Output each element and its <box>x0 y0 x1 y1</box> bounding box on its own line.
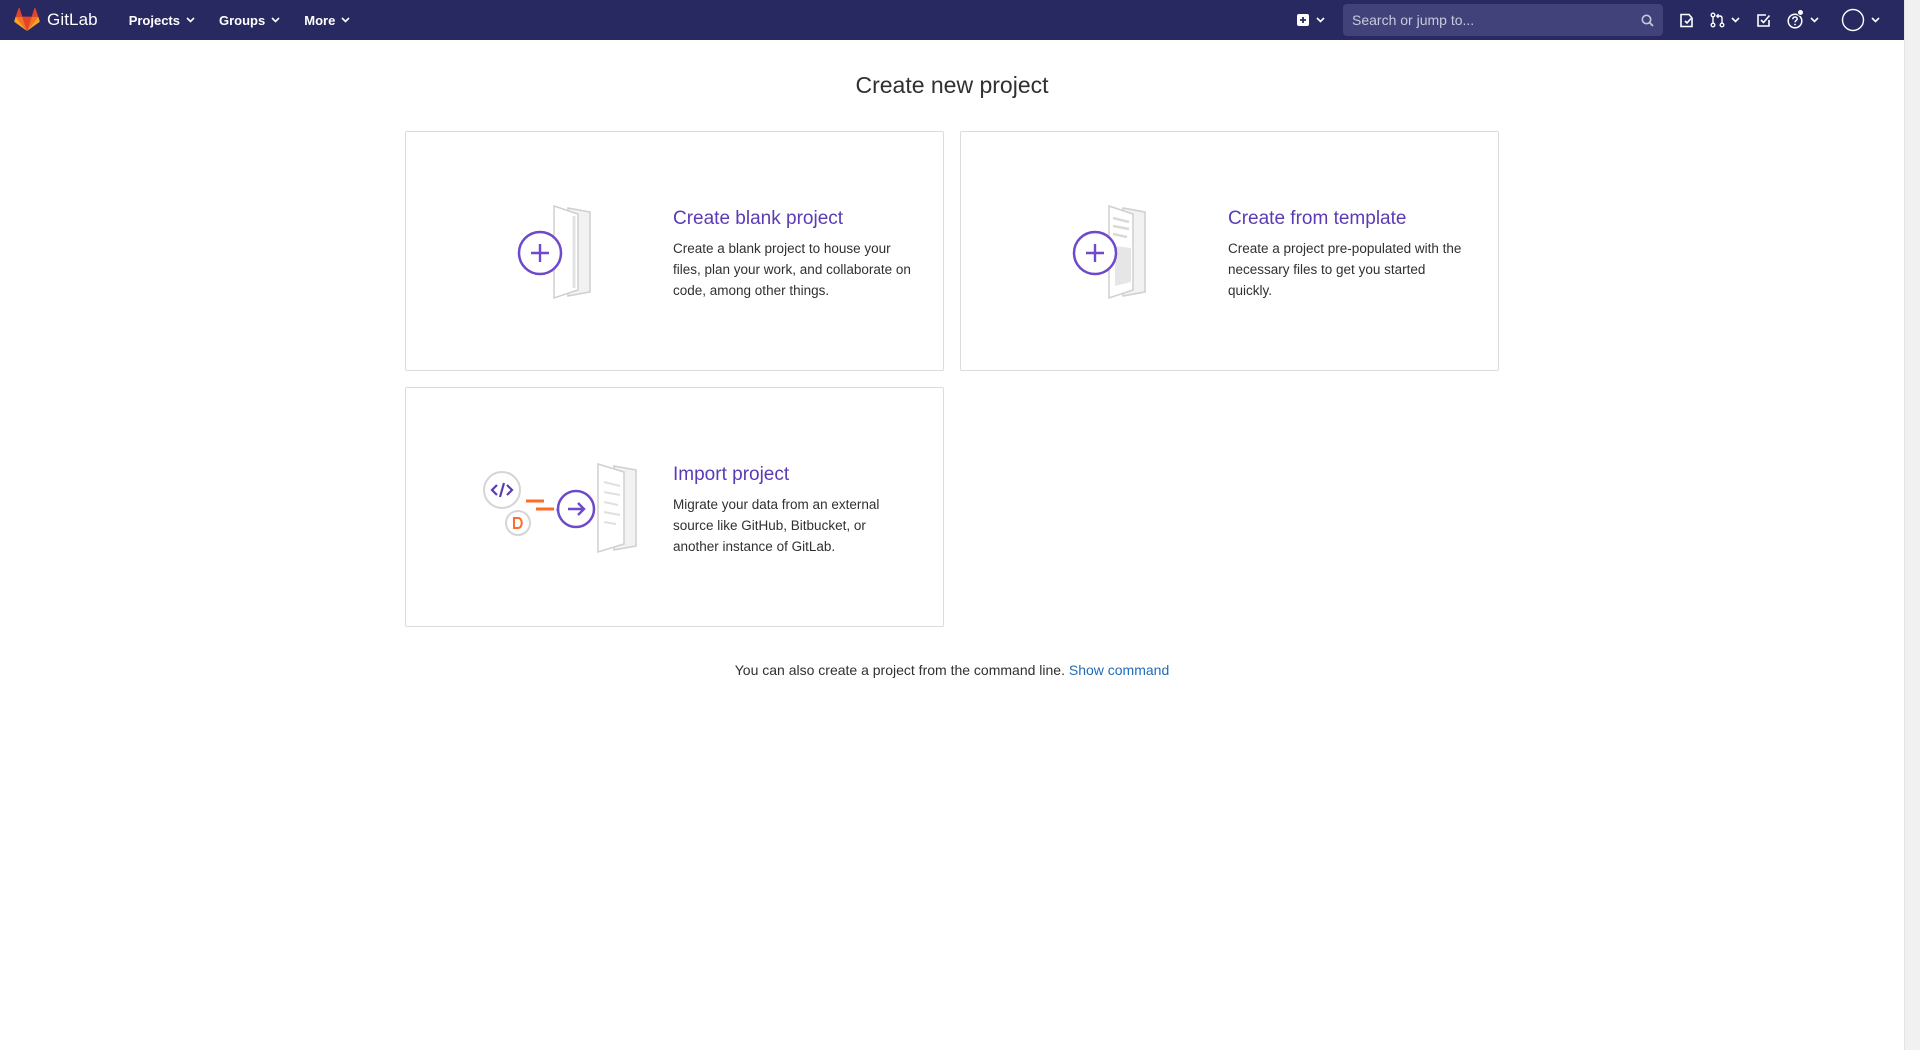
chevron-down-icon <box>1810 17 1819 23</box>
import-project-illustration-icon <box>483 462 637 554</box>
nav-groups-label: Groups <box>219 12 266 28</box>
chevron-down-icon <box>341 17 350 23</box>
import-project-card[interactable]: Import project Migrate your data from an… <box>405 387 944 627</box>
gitlab-home-link[interactable]: GitLab <box>14 8 98 32</box>
chevron-down-icon <box>186 17 195 23</box>
issues-icon <box>1680 13 1693 27</box>
create-blank-project-card[interactable]: Create blank project Create a blank proj… <box>405 131 944 371</box>
card-title: Create blank project <box>673 208 844 229</box>
todos-button[interactable] <box>1748 0 1779 40</box>
brand-name: GitLab <box>47 10 98 29</box>
top-navbar: GitLab Projects Groups More <box>0 0 1904 40</box>
nav-projects-dropdown[interactable]: Projects <box>122 0 202 40</box>
todo-icon <box>1757 13 1771 27</box>
nav-groups-dropdown[interactable]: Groups <box>212 0 287 40</box>
help-dropdown[interactable] <box>1779 0 1827 40</box>
notification-dot <box>1797 9 1804 16</box>
search-bar[interactable] <box>1343 4 1663 36</box>
search-input[interactable] <box>1352 12 1641 28</box>
command-line-hint: You can also create a project from the c… <box>0 662 1904 678</box>
chevron-down-icon <box>271 17 280 23</box>
card-text: Create from template Create a project pr… <box>1228 208 1468 301</box>
template-project-illustration-icon <box>1072 204 1146 300</box>
issues-button[interactable] <box>1671 0 1702 40</box>
vertical-scrollbar[interactable] <box>1904 0 1920 1050</box>
card-title: Import project <box>673 464 790 485</box>
new-item-dropdown[interactable] <box>1288 0 1333 40</box>
show-command-link[interactable]: Show command <box>1069 662 1169 678</box>
navbar-right <box>1288 0 1888 40</box>
main-menu: Projects Groups More <box>122 0 358 40</box>
plus-square-icon <box>1297 14 1309 26</box>
user-menu-dropdown[interactable] <box>1833 0 1888 40</box>
create-from-template-card[interactable]: Create from template Create a project pr… <box>960 131 1499 371</box>
chevron-down-icon <box>1731 17 1740 23</box>
blank-project-illustration-icon <box>517 204 591 300</box>
chevron-down-icon <box>1316 17 1325 23</box>
avatar-icon <box>1841 8 1865 32</box>
nav-projects-label: Projects <box>128 12 180 28</box>
card-description: Migrate your data from an external sourc… <box>673 497 880 554</box>
card-text: Import project Migrate your data from an… <box>673 464 913 557</box>
chevron-down-icon <box>1871 17 1880 23</box>
merge-requests-dropdown[interactable] <box>1702 0 1748 40</box>
card-description: Create a project pre-populated with the … <box>1228 241 1462 298</box>
nav-more-label: More <box>304 12 336 28</box>
nav-more-dropdown[interactable]: More <box>297 0 357 40</box>
gitlab-logo-icon <box>14 8 40 31</box>
card-title: Create from template <box>1228 208 1407 229</box>
card-description: Create a blank project to house your fil… <box>673 241 911 298</box>
search-icon <box>1641 14 1654 27</box>
card-text: Create blank project Create a blank proj… <box>673 208 913 301</box>
command-line-text: You can also create a project from the c… <box>734 662 1065 678</box>
merge-request-icon <box>1710 12 1725 28</box>
page-title: Create new project <box>855 72 1049 98</box>
